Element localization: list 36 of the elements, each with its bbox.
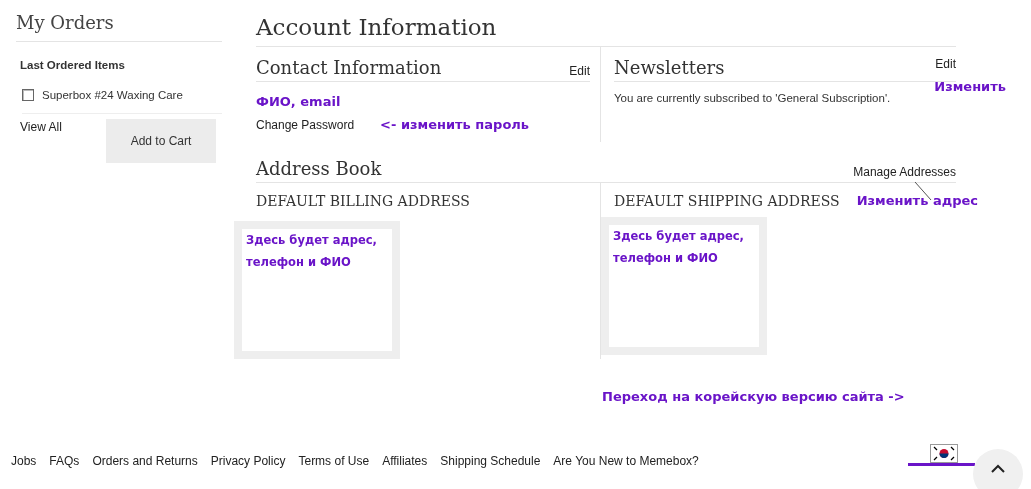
manage-addresses-link[interactable]: Manage Addresses [853,165,956,179]
annotation: Переход на корейскую версию сайта -> [602,389,906,404]
edit-link[interactable]: Edit [935,57,956,71]
subscription-text: You are currently subscribed to 'General Subscription'. [614,92,892,104]
footer-link[interactable]: Terms of Use [298,454,370,468]
footer-link[interactable]: Privacy Policy [210,454,286,468]
section-title: Contact Information [256,57,442,78]
footer-link[interactable]: FAQs [49,454,80,468]
edit-link[interactable]: Edit [569,64,590,78]
underline-mark [908,463,975,466]
footer-link[interactable]: Orders and Returns [92,454,198,468]
annotation: Здесь будет адрес, телефон и ФИО [613,228,745,267]
footer-link[interactable]: Jobs [11,454,37,468]
address-title: DEFAULT SHIPPING ADDRESS [614,193,840,209]
annotation: Здесь будет адрес, телефон и ФИО [246,232,378,271]
checkbox[interactable] [22,89,34,101]
section-title: Newsletters [614,57,725,78]
annotation: ФИО, email [256,94,342,109]
annotation: <- изменить пароль [380,117,530,132]
section-title: Last Ordered Items [20,59,126,71]
footer-link[interactable]: Affiliates [382,454,428,468]
view-all-link[interactable]: View All [20,120,62,163]
footer-link[interactable]: Shipping Schedule [440,454,541,468]
page-title: Account Information [256,14,956,47]
chevron-up-icon [991,464,1005,473]
add-to-cart-button[interactable]: Add to Cart [106,119,216,163]
address-title: DEFAULT BILLING ADDRESS [256,193,470,209]
annotation: Изменить [934,79,1006,94]
flag-icon[interactable] [930,444,958,463]
annotation: Изменить адрес [856,193,978,208]
change-password-link[interactable]: Change Password [256,117,355,132]
section-title: Address Book [256,158,382,179]
footer-link[interactable]: Are You New to Memebox? [553,454,699,468]
scroll-top-button[interactable] [973,449,1023,489]
sidebar-title: My Orders [16,12,222,42]
item-label: Superbox #24 Waxing Care [42,89,183,101]
